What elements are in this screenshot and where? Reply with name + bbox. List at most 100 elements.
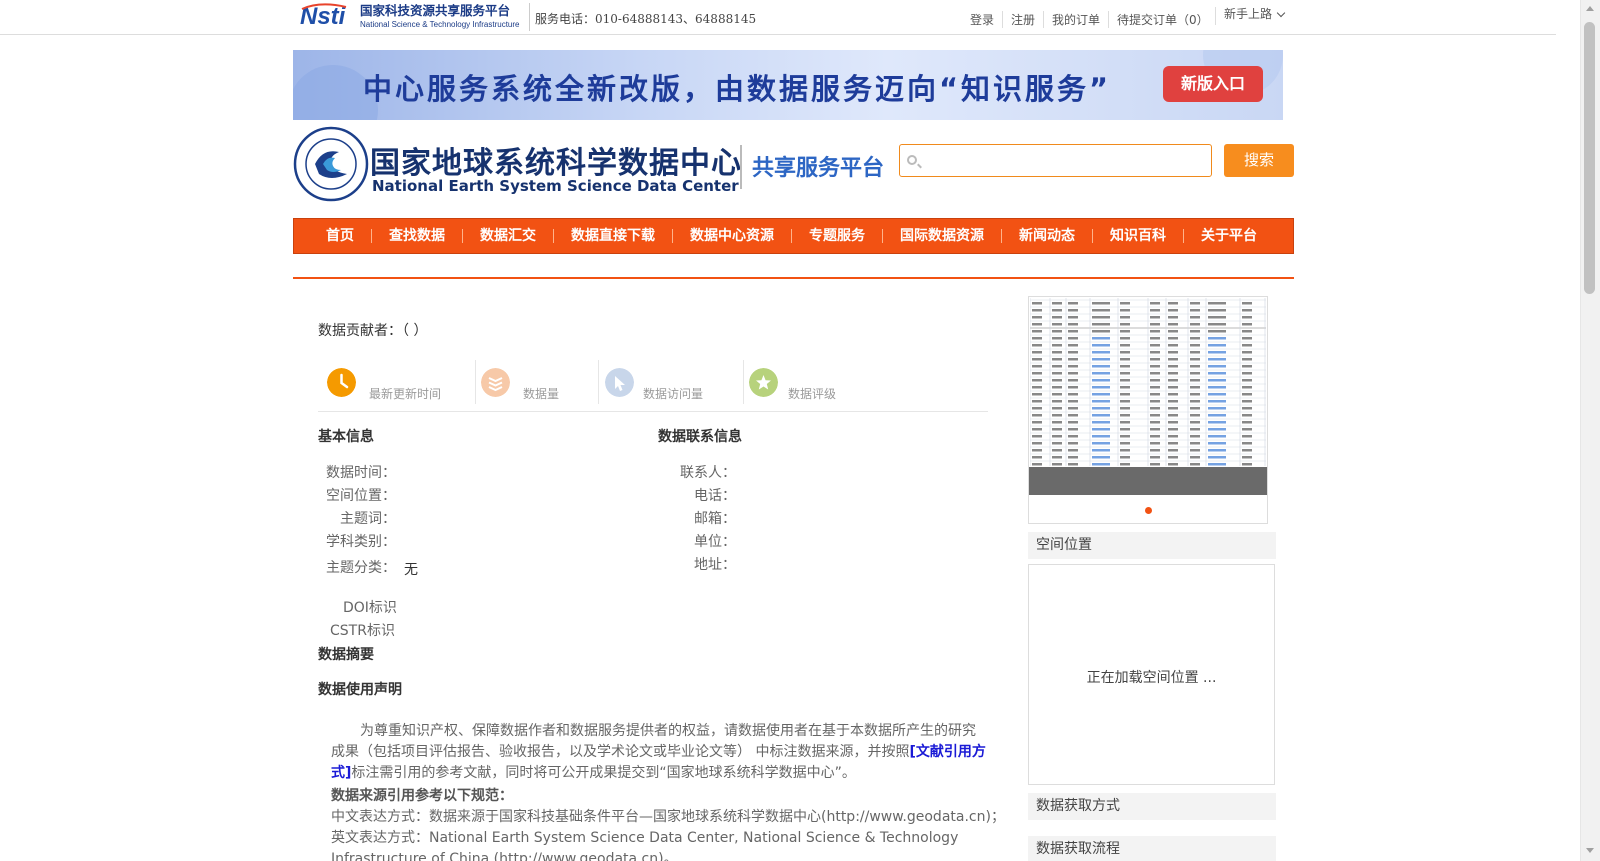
- preview-cell: [1052, 379, 1062, 382]
- preview-cell: [1208, 414, 1226, 417]
- preview-cell: [1068, 379, 1078, 382]
- preview-cell: [1242, 449, 1252, 452]
- nav-item-topic-services[interactable]: 专题服务: [791, 229, 882, 243]
- preview-cell: [1150, 379, 1160, 382]
- nav-item-find-data[interactable]: 查找数据: [371, 229, 462, 243]
- service-phone: 服务电话：010-64888143、64888145: [535, 12, 757, 26]
- preview-cell: [1092, 414, 1110, 417]
- preview-cell: [1168, 428, 1178, 431]
- preview-cell: [1032, 330, 1042, 333]
- data-preview-carousel[interactable]: [1028, 296, 1268, 524]
- preview-cell: [1168, 323, 1178, 326]
- nav-item-international-data[interactable]: 国际数据资源: [882, 229, 1001, 243]
- preview-cell: [1052, 351, 1062, 354]
- register-link[interactable]: 注册: [1002, 11, 1043, 28]
- preview-cell: [1190, 393, 1200, 396]
- nav-item-center-resources[interactable]: 数据中心资源: [672, 229, 791, 243]
- preview-cell: [1208, 435, 1226, 438]
- search-input[interactable]: [924, 147, 1204, 173]
- data-preview-image[interactable]: [1030, 298, 1266, 466]
- scrollbar-thumb[interactable]: [1584, 22, 1595, 294]
- discipline-label: 学科类别：: [326, 534, 396, 550]
- divider: [529, 3, 530, 31]
- preview-cell: [1032, 323, 1042, 326]
- preview-cell: [1052, 330, 1062, 333]
- preview-cell: [1068, 421, 1078, 424]
- preview-cell: [1032, 407, 1042, 410]
- nav-item-news[interactable]: 新闻动态: [1001, 229, 1092, 243]
- preview-cell: [1092, 463, 1110, 466]
- preview-cell: [1190, 337, 1200, 340]
- nav-item-direct-download[interactable]: 数据直接下载: [553, 229, 672, 243]
- data-access-process-title[interactable]: 数据获取流程: [1028, 836, 1276, 861]
- platform-name: 共享服务平台: [752, 156, 885, 181]
- preview-cell: [1242, 456, 1252, 459]
- page-scrollbar[interactable]: [1556, 0, 1600, 861]
- newbie-guide-dropdown[interactable]: 新手上路: [1215, 7, 1286, 25]
- spatial-map[interactable]: 正在加载空间位置 ...: [1028, 564, 1275, 785]
- preview-cell: [1168, 372, 1178, 375]
- preview-cell: [1032, 421, 1042, 424]
- unit-label: 单位：: [694, 534, 736, 550]
- preview-cell: [1190, 309, 1200, 312]
- preview-cell: [1068, 414, 1078, 417]
- center-title-en: National Earth System Science Data Cente…: [372, 177, 739, 195]
- nav-item-about[interactable]: 关于平台: [1183, 229, 1274, 243]
- nav-item-home[interactable]: 首页: [309, 229, 371, 243]
- preview-cell: [1208, 442, 1226, 445]
- preview-cell: [1092, 449, 1110, 452]
- preview-cell: [1068, 337, 1078, 340]
- preview-cell: [1242, 344, 1252, 347]
- pending-orders-link[interactable]: 待提交订单（0）: [1108, 11, 1217, 28]
- preview-cell: [1150, 386, 1160, 389]
- preview-cell: [1242, 393, 1252, 396]
- nav-item-data-submission[interactable]: 数据汇交: [462, 229, 553, 243]
- new-version-button[interactable]: 新版入口: [1163, 66, 1263, 102]
- preview-cell: [1032, 456, 1042, 459]
- center-logo[interactable]: [293, 126, 369, 202]
- preview-cell: [1190, 323, 1200, 326]
- preview-cell: [1208, 421, 1226, 424]
- citation-reference-title: 数据来源引用参考以下规范：: [331, 788, 513, 804]
- preview-cell: [1092, 316, 1110, 319]
- preview-cell: [1068, 386, 1078, 389]
- top-links: 登录 注册 我的订单 待提交订单（0）: [962, 11, 1217, 28]
- announcement-banner[interactable]: 中心服务系统全新改版，由数据服务迈向“知识服务” 新版入口: [293, 50, 1283, 120]
- scroll-up-arrow-icon[interactable]: [1586, 6, 1594, 11]
- search-button[interactable]: 搜索: [1224, 144, 1294, 177]
- data-access-method-title[interactable]: 数据获取方式: [1028, 793, 1276, 820]
- scroll-down-arrow-icon[interactable]: [1586, 848, 1594, 853]
- preview-cell: [1242, 309, 1252, 312]
- preview-cell: [1150, 414, 1160, 417]
- preview-cell: [1120, 316, 1130, 319]
- database-icon: [481, 368, 510, 397]
- preview-cell: [1242, 302, 1252, 305]
- preview-cell: [1120, 428, 1130, 431]
- preview-cell: [1168, 365, 1178, 368]
- usage-text-after: 标注需引用的参考文献，同时将可公开成果提交到“国家地球系统科学数据中心”。: [351, 765, 856, 781]
- my-orders-link[interactable]: 我的订单: [1043, 11, 1108, 28]
- title-divider: [740, 145, 742, 189]
- preview-cell: [1190, 330, 1200, 333]
- clock-icon: [327, 368, 356, 397]
- preview-cell: [1150, 428, 1160, 431]
- preview-cell: [1242, 400, 1252, 403]
- preview-cell: [1150, 365, 1160, 368]
- preview-cell: [1032, 358, 1042, 361]
- preview-cell: [1168, 309, 1178, 312]
- preview-cell: [1190, 400, 1200, 403]
- preview-cell: [1032, 337, 1042, 340]
- login-link[interactable]: 登录: [962, 11, 1002, 28]
- preview-cell: [1208, 302, 1226, 305]
- preview-cell: [1068, 400, 1078, 403]
- stat-access-count-label: 数据访问量: [643, 387, 704, 401]
- search-box[interactable]: [899, 144, 1212, 177]
- preview-cell: [1168, 414, 1178, 417]
- carousel-dot[interactable]: [1145, 507, 1152, 514]
- preview-cell: [1190, 386, 1200, 389]
- preview-cell: [1150, 421, 1160, 424]
- nsti-logo[interactable]: Nsti 国家科技资源共享服务平台 National Science & Tec…: [300, 1, 525, 31]
- preview-cell: [1208, 372, 1226, 375]
- nav-item-knowledge[interactable]: 知识百科: [1092, 229, 1183, 243]
- preview-cell: [1092, 365, 1110, 368]
